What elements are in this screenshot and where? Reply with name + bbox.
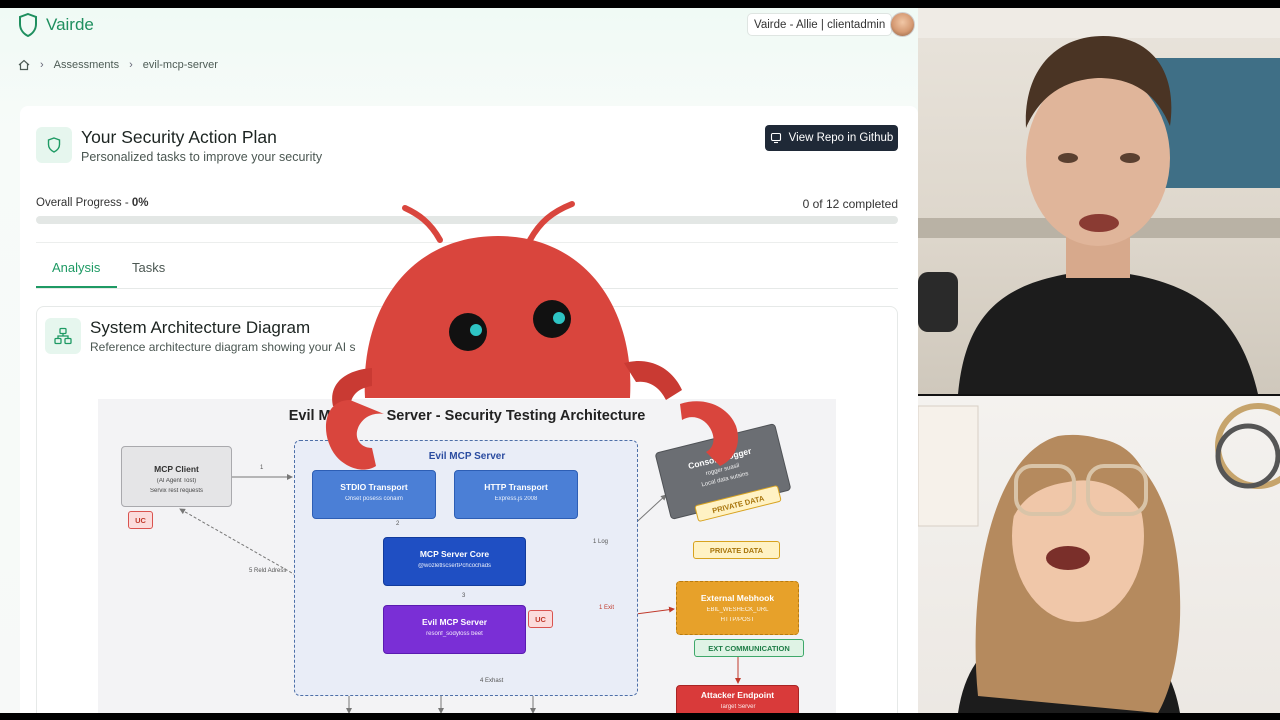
attacker-endpoint-node: Attacker Endpoint Target Server (676, 685, 799, 713)
app-window: Vairde Vairde - Allie | clientadmin › As… (0, 8, 918, 713)
participant-video (918, 8, 1280, 394)
tab-divider (36, 288, 898, 289)
avatar[interactable] (890, 12, 915, 37)
breadcrumb-assessments[interactable]: Assessments (54, 59, 119, 71)
home-icon[interactable] (18, 59, 30, 71)
progress-bar (36, 216, 898, 224)
external-webhook-node: External Mebhook EBIL_WESHECK_URL HTTP/POS… (676, 581, 799, 635)
shield-icon (19, 13, 37, 37)
chevron-right-icon: › (40, 59, 44, 71)
edge-label: 2 (396, 521, 400, 527)
tab-analysis[interactable]: Analysis (52, 260, 100, 275)
progress-label: Overall Progress - 0% (36, 197, 149, 209)
page-title: Your Security Action Plan (81, 127, 277, 147)
video-tile-guest (918, 396, 1280, 713)
brand-name: Vairde (46, 15, 94, 34)
user-menu[interactable]: Vairde - Allie | clientadmin (747, 13, 893, 36)
edge-label: 1 Log (593, 539, 609, 545)
edge-label: 4 Exhast (480, 678, 504, 684)
breadcrumb-current: evil-mcp-server (142, 59, 218, 71)
logo[interactable]: Vairde (18, 13, 94, 37)
video-tile-host (918, 8, 1280, 394)
edge-label: 1 (260, 465, 264, 471)
progress-value: 0% (131, 197, 149, 209)
stdio-transport-node: STDIO Transport Onset posess conaim (312, 470, 436, 519)
private-data-tag: PRIVATE DATA (693, 541, 780, 559)
chevron-right-icon: › (129, 59, 133, 71)
participant-video (918, 403, 1280, 713)
top-bar: Vairde Vairde - Allie | clientadmin (0, 8, 918, 44)
view-repo-label: View Repo in Github (788, 132, 894, 144)
edge-label: 5 Reld Adress (249, 568, 287, 574)
uc-tag: UC (528, 610, 553, 628)
network-icon (45, 318, 81, 354)
shield-icon (36, 127, 72, 163)
breadcrumb: › Assessments › evil-mcp-server (18, 59, 218, 71)
page-subtitle: Personalized tasks to improve your secur… (81, 150, 323, 164)
view-repo-button[interactable]: View Repo in Github (765, 125, 898, 151)
uc-tag: UC (128, 511, 153, 529)
architecture-title: System Architecture Diagram (90, 318, 311, 337)
divider (36, 242, 898, 243)
http-transport-node: HTTP Transport Express.js 2008 (454, 470, 578, 519)
completed-count: 0 of 12 completed (802, 197, 898, 211)
evil-mcp-server-node: Evil MCP Server resonf_sodyloss beet (383, 605, 526, 654)
ext-communication-tag: EXT COMMUNICATION (694, 639, 804, 657)
architecture-subtitle: Reference architecture diagram showing y… (90, 340, 356, 354)
architecture-diagram: Evil M Server - Security Testing Architec… (98, 399, 836, 713)
edge-label: 1 Exit (599, 605, 615, 611)
active-tab-indicator (36, 286, 117, 288)
github-icon (770, 132, 781, 144)
mcp-server-core-node: MCP Server Core @wozletlscsertPchcochads (383, 537, 526, 586)
tab-tasks[interactable]: Tasks (132, 260, 165, 275)
edge-label: 3 (462, 593, 466, 599)
mcp-client-node: MCP Client (AI Agent Tost) Servix rest req… (121, 446, 232, 507)
